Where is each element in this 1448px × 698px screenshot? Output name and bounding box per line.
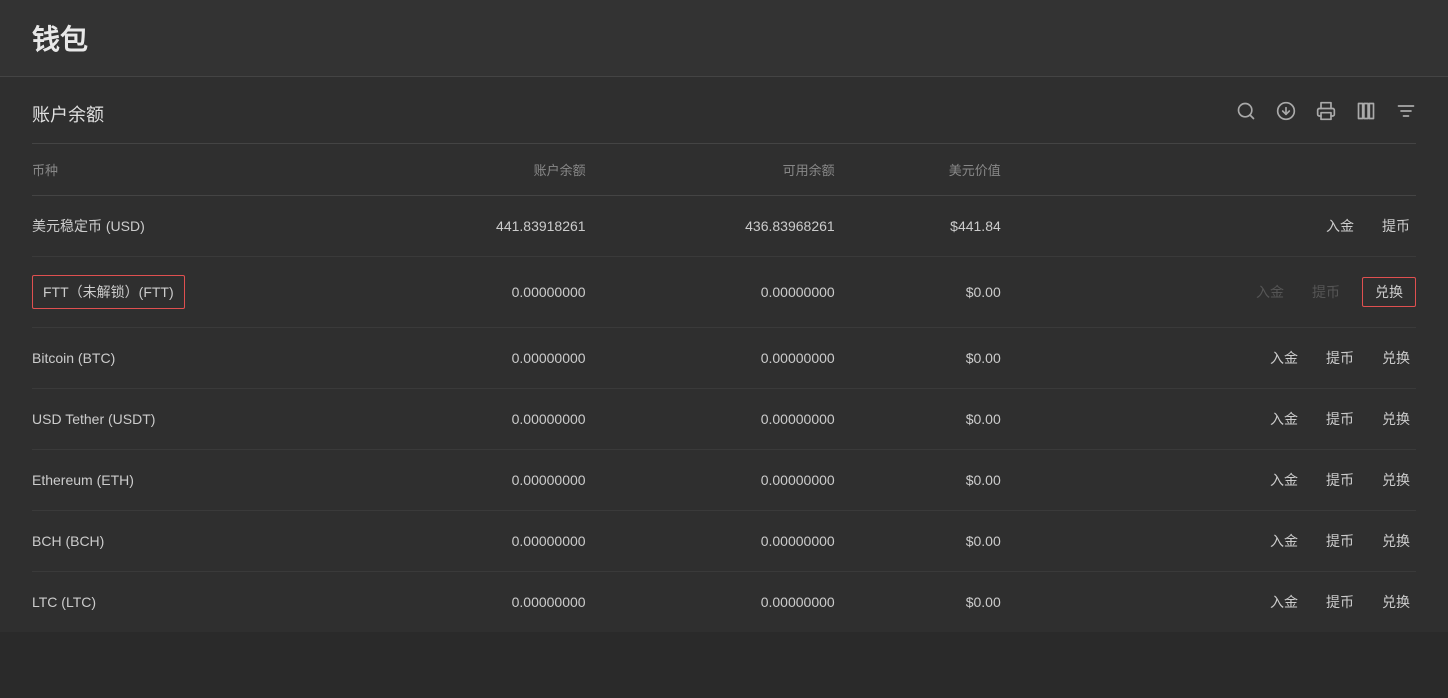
actions-cell: 入金提币兑换	[1001, 450, 1416, 511]
columns-icon[interactable]	[1356, 101, 1376, 127]
available-cell: 436.83968261	[586, 196, 835, 257]
usd-value-cell: $0.00	[835, 450, 1001, 511]
withdraw-button[interactable]: 提币	[1320, 529, 1360, 553]
balance-cell: 0.00000000	[336, 257, 585, 328]
actions-container: 入金提币兑换	[1001, 346, 1416, 370]
col-header-currency: 币种	[32, 144, 336, 196]
usd-value-cell: $0.00	[835, 257, 1001, 328]
withdraw-button[interactable]: 提币	[1320, 468, 1360, 492]
actions-container: 入金提币兑换	[1001, 529, 1416, 553]
balance-cell: 0.00000000	[336, 328, 585, 389]
coin-name: Ethereum (ETH)	[32, 450, 336, 511]
table-row: Ethereum (ETH)0.000000000.00000000$0.00入…	[32, 450, 1416, 511]
actions-cell: 入金提币兑换	[1001, 511, 1416, 572]
deposit-button[interactable]: 入金	[1264, 407, 1304, 431]
withdraw-button[interactable]: 提币	[1320, 346, 1360, 370]
coin-name: Bitcoin (BTC)	[32, 328, 336, 389]
withdraw-button[interactable]: 提币	[1376, 214, 1416, 238]
download-icon[interactable]	[1276, 101, 1296, 127]
table-row: BCH (BCH)0.000000000.00000000$0.00入金提币兑换	[32, 511, 1416, 572]
actions-cell: 入金提币兑换	[1001, 389, 1416, 450]
filter-icon[interactable]	[1396, 101, 1416, 127]
coin-name: 美元稳定币 (USD)	[32, 196, 336, 257]
exchange-button[interactable]: 兑换	[1376, 590, 1416, 614]
col-header-usd: 美元价值	[835, 144, 1001, 196]
balance-cell: 0.00000000	[336, 511, 585, 572]
currency-cell: FTT（未解锁）(FTT)	[32, 257, 336, 328]
usd-value-cell: $0.00	[835, 328, 1001, 389]
balance-cell: 0.00000000	[336, 572, 585, 633]
deposit-button[interactable]: 入金	[1264, 346, 1304, 370]
deposit-button[interactable]: 入金	[1250, 280, 1290, 304]
exchange-button[interactable]: 兑换	[1362, 277, 1416, 307]
table-row: USD Tether (USDT)0.000000000.00000000$0.…	[32, 389, 1416, 450]
usd-value-cell: $0.00	[835, 511, 1001, 572]
actions-container: 入金提币兑换	[1001, 277, 1416, 307]
table-row: LTC (LTC)0.000000000.00000000$0.00入金提币兑换	[32, 572, 1416, 633]
exchange-button[interactable]: 兑换	[1376, 468, 1416, 492]
withdraw-button[interactable]: 提币	[1320, 590, 1360, 614]
table-row: 美元稳定币 (USD)441.83918261436.83968261$441.…	[32, 196, 1416, 257]
page-title: 钱包	[32, 24, 88, 55]
withdraw-button[interactable]: 提币	[1320, 407, 1360, 431]
actions-container: 入金提币兑换	[1001, 407, 1416, 431]
balance-cell: 441.83918261	[336, 196, 585, 257]
coin-name: USD Tether (USDT)	[32, 389, 336, 450]
actions-cell: 入金提币兑换	[1001, 328, 1416, 389]
exchange-button[interactable]: 兑换	[1376, 407, 1416, 431]
available-cell: 0.00000000	[586, 257, 835, 328]
available-cell: 0.00000000	[586, 450, 835, 511]
balance-cell: 0.00000000	[336, 450, 585, 511]
print-icon[interactable]	[1316, 101, 1336, 127]
toolbar-icons	[1236, 101, 1416, 127]
usd-value-cell: $0.00	[835, 572, 1001, 633]
col-header-available: 可用余额	[586, 144, 835, 196]
coin-name: BCH (BCH)	[32, 511, 336, 572]
actions-container: 入金提币	[1001, 214, 1416, 238]
actions-cell: 入金提币兑换	[1001, 572, 1416, 633]
table-row: FTT（未解锁）(FTT)0.000000000.00000000$0.00入金…	[32, 257, 1416, 328]
deposit-button[interactable]: 入金	[1264, 529, 1304, 553]
balance-table: 币种 账户余额 可用余额 美元价值 美元稳定币 (USD)441.8391826…	[32, 144, 1416, 632]
exchange-button[interactable]: 兑换	[1376, 529, 1416, 553]
coin-name-highlighted: FTT（未解锁）(FTT)	[32, 275, 185, 309]
search-icon[interactable]	[1236, 101, 1256, 127]
deposit-button[interactable]: 入金	[1320, 214, 1360, 238]
available-cell: 0.00000000	[586, 511, 835, 572]
table-header-row: 币种 账户余额 可用余额 美元价值	[32, 144, 1416, 196]
deposit-button[interactable]: 入金	[1264, 468, 1304, 492]
deposit-button[interactable]: 入金	[1264, 590, 1304, 614]
balance-cell: 0.00000000	[336, 389, 585, 450]
usd-value-cell: $441.84	[835, 196, 1001, 257]
usd-value-cell: $0.00	[835, 389, 1001, 450]
actions-cell: 入金提币兑换	[1001, 257, 1416, 328]
table-row: Bitcoin (BTC)0.000000000.00000000$0.00入金…	[32, 328, 1416, 389]
page-header: 钱包	[0, 0, 1448, 77]
available-cell: 0.00000000	[586, 328, 835, 389]
exchange-button[interactable]: 兑换	[1376, 346, 1416, 370]
wallet-section: 账户余额	[0, 77, 1448, 632]
col-header-actions	[1001, 144, 1416, 196]
actions-container: 入金提币兑换	[1001, 468, 1416, 492]
available-cell: 0.00000000	[586, 389, 835, 450]
available-cell: 0.00000000	[586, 572, 835, 633]
section-title: 账户余额	[32, 101, 104, 127]
col-header-balance: 账户余额	[336, 144, 585, 196]
coin-name: LTC (LTC)	[32, 572, 336, 633]
actions-cell: 入金提币	[1001, 196, 1416, 257]
actions-container: 入金提币兑换	[1001, 590, 1416, 614]
section-header: 账户余额	[32, 77, 1416, 144]
withdraw-button[interactable]: 提币	[1306, 280, 1346, 304]
